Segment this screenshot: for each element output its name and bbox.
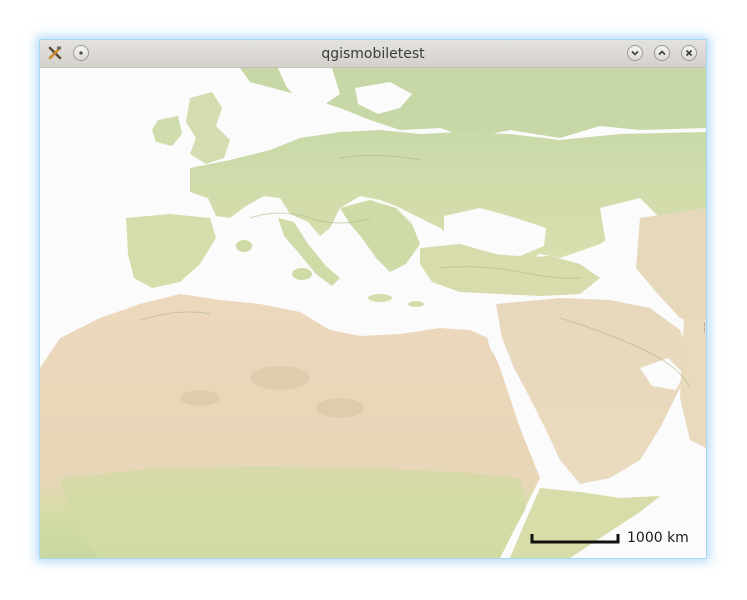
- minimize-icon: [631, 50, 639, 56]
- window-title: qgismobiletest: [321, 46, 425, 62]
- close-icon: [685, 49, 693, 57]
- title-bar[interactable]: qgismobiletest: [40, 40, 706, 68]
- maximize-button[interactable]: [654, 45, 670, 61]
- scale-label: 1000 km: [627, 530, 689, 546]
- close-button[interactable]: [681, 45, 697, 61]
- resize-handle[interactable]: [704, 323, 706, 333]
- scale-bar: 1000 km: [530, 528, 696, 552]
- map-canvas[interactable]: 1000 km: [40, 68, 706, 558]
- terrain-map: [40, 68, 706, 558]
- scale-bar-graphic: [530, 534, 620, 544]
- application-window: qgismobiletest 1000 km: [40, 40, 706, 558]
- minimize-button[interactable]: [627, 45, 643, 61]
- maximize-icon: [658, 50, 666, 56]
